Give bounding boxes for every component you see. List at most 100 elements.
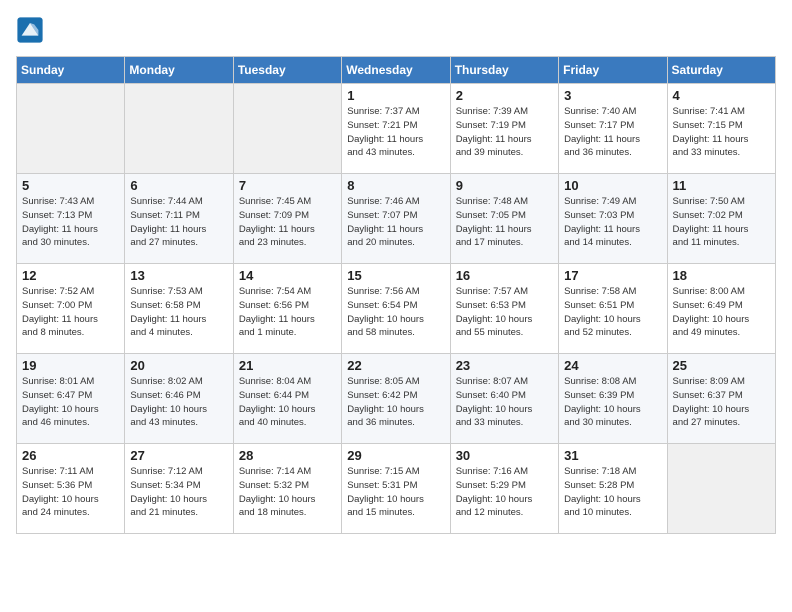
day-number: 17 xyxy=(564,268,661,283)
day-info: Sunrise: 7:43 AM Sunset: 7:13 PM Dayligh… xyxy=(22,195,119,250)
day-number: 7 xyxy=(239,178,336,193)
day-number: 5 xyxy=(22,178,119,193)
weekday-header-tuesday: Tuesday xyxy=(233,57,341,84)
day-number: 8 xyxy=(347,178,444,193)
calendar-cell: 8 Sunrise: 7:46 AM Sunset: 7:07 PM Daylig… xyxy=(342,174,450,264)
day-info: Sunrise: 8:07 AM Sunset: 6:40 PM Dayligh… xyxy=(456,375,553,430)
day-info: Sunrise: 7:49 AM Sunset: 7:03 PM Dayligh… xyxy=(564,195,661,250)
calendar-cell: 4Sunrise: 7:41 AM Sunset: 7:15 PM Daylig… xyxy=(667,84,775,174)
day-info: Sunrise: 7:45 AM Sunset: 7:09 PM Dayligh… xyxy=(239,195,336,250)
day-info: Sunrise: 8:00 AM Sunset: 6:49 PM Dayligh… xyxy=(673,285,770,340)
weekday-header-thursday: Thursday xyxy=(450,57,558,84)
calendar-cell xyxy=(17,84,125,174)
calendar-week-2: 5 Sunrise: 7:43 AM Sunset: 7:13 PM Daylig… xyxy=(17,174,776,264)
calendar-week-3: 12 Sunrise: 7:52 AM Sunset: 7:00 PM Dayli… xyxy=(17,264,776,354)
day-info: Sunrise: 7:37 AM Sunset: 7:21 PM Dayligh… xyxy=(347,105,444,160)
calendar-cell: 30 Sunrise: 7:16 AM Sunset: 5:29 PM Dayli… xyxy=(450,444,558,534)
day-number: 14 xyxy=(239,268,336,283)
day-info: Sunrise: 7:15 AM Sunset: 5:31 PM Dayligh… xyxy=(347,465,444,520)
day-info: Sunrise: 8:08 AM Sunset: 6:39 PM Dayligh… xyxy=(564,375,661,430)
day-info: Sunrise: 8:04 AM Sunset: 6:44 PM Dayligh… xyxy=(239,375,336,430)
page-header xyxy=(16,16,776,44)
day-info: Sunrise: 8:01 AM Sunset: 6:47 PM Dayligh… xyxy=(22,375,119,430)
calendar-week-4: 19 Sunrise: 8:01 AM Sunset: 6:47 PM Dayli… xyxy=(17,354,776,444)
day-info: Sunrise: 7:54 AM Sunset: 6:56 PM Dayligh… xyxy=(239,285,336,340)
day-info: Sunrise: 7:50 AM Sunset: 7:02 PM Dayligh… xyxy=(673,195,770,250)
day-number: 27 xyxy=(130,448,227,463)
day-info: Sunrise: 7:12 AM Sunset: 5:34 PM Dayligh… xyxy=(130,465,227,520)
day-info: Sunrise: 7:52 AM Sunset: 7:00 PM Dayligh… xyxy=(22,285,119,340)
calendar-cell: 2 Sunrise: 7:39 AM Sunset: 7:19 PM Daylig… xyxy=(450,84,558,174)
day-number: 18 xyxy=(673,268,770,283)
day-number: 30 xyxy=(456,448,553,463)
calendar-cell: 5 Sunrise: 7:43 AM Sunset: 7:13 PM Daylig… xyxy=(17,174,125,264)
day-number: 4 xyxy=(673,88,770,103)
logo-icon xyxy=(16,16,44,44)
day-info: Sunrise: 7:18 AM Sunset: 5:28 PM Dayligh… xyxy=(564,465,661,520)
day-number: 1 xyxy=(347,88,444,103)
calendar-cell: 31 Sunrise: 7:18 AM Sunset: 5:28 PM Dayli… xyxy=(559,444,667,534)
weekday-header-saturday: Saturday xyxy=(667,57,775,84)
day-number: 28 xyxy=(239,448,336,463)
calendar-cell: 12 Sunrise: 7:52 AM Sunset: 7:00 PM Dayli… xyxy=(17,264,125,354)
day-number: 15 xyxy=(347,268,444,283)
day-number: 9 xyxy=(456,178,553,193)
day-info: Sunrise: 7:16 AM Sunset: 5:29 PM Dayligh… xyxy=(456,465,553,520)
day-number: 31 xyxy=(564,448,661,463)
calendar-cell: 24 Sunrise: 8:08 AM Sunset: 6:39 PM Dayli… xyxy=(559,354,667,444)
day-number: 10 xyxy=(564,178,661,193)
calendar-week-1: 1 Sunrise: 7:37 AM Sunset: 7:21 PM Daylig… xyxy=(17,84,776,174)
day-number: 11 xyxy=(673,178,770,193)
calendar-cell: 26Sunrise: 7:11 AM Sunset: 5:36 PM Dayli… xyxy=(17,444,125,534)
weekday-header-sunday: Sunday xyxy=(17,57,125,84)
weekday-header-friday: Friday xyxy=(559,57,667,84)
day-number: 20 xyxy=(130,358,227,373)
calendar-cell: 1 Sunrise: 7:37 AM Sunset: 7:21 PM Daylig… xyxy=(342,84,450,174)
day-info: Sunrise: 8:02 AM Sunset: 6:46 PM Dayligh… xyxy=(130,375,227,430)
day-info: Sunrise: 8:05 AM Sunset: 6:42 PM Dayligh… xyxy=(347,375,444,430)
day-info: Sunrise: 7:40 AM Sunset: 7:17 PM Dayligh… xyxy=(564,105,661,160)
day-number: 19 xyxy=(22,358,119,373)
day-number: 2 xyxy=(456,88,553,103)
calendar-cell: 14 Sunrise: 7:54 AM Sunset: 6:56 PM Dayli… xyxy=(233,264,341,354)
day-info: Sunrise: 8:09 AM Sunset: 6:37 PM Dayligh… xyxy=(673,375,770,430)
day-info: Sunrise: 7:57 AM Sunset: 6:53 PM Dayligh… xyxy=(456,285,553,340)
day-info: Sunrise: 7:56 AM Sunset: 6:54 PM Dayligh… xyxy=(347,285,444,340)
calendar-cell: 17 Sunrise: 7:58 AM Sunset: 6:51 PM Dayli… xyxy=(559,264,667,354)
day-number: 29 xyxy=(347,448,444,463)
day-info: Sunrise: 7:58 AM Sunset: 6:51 PM Dayligh… xyxy=(564,285,661,340)
calendar-cell: 23 Sunrise: 8:07 AM Sunset: 6:40 PM Dayli… xyxy=(450,354,558,444)
weekday-header-wednesday: Wednesday xyxy=(342,57,450,84)
calendar-cell: 15 Sunrise: 7:56 AM Sunset: 6:54 PM Dayli… xyxy=(342,264,450,354)
day-number: 6 xyxy=(130,178,227,193)
day-info: Sunrise: 7:46 AM Sunset: 7:07 PM Dayligh… xyxy=(347,195,444,250)
calendar-week-5: 26Sunrise: 7:11 AM Sunset: 5:36 PM Dayli… xyxy=(17,444,776,534)
day-info: Sunrise: 7:11 AM Sunset: 5:36 PM Dayligh… xyxy=(22,465,119,520)
day-number: 24 xyxy=(564,358,661,373)
calendar-cell: 18 Sunrise: 8:00 AM Sunset: 6:49 PM Dayli… xyxy=(667,264,775,354)
calendar-cell: 6Sunrise: 7:44 AM Sunset: 7:11 PM Daylig… xyxy=(125,174,233,264)
calendar-table: SundayMondayTuesdayWednesdayThursdayFrid… xyxy=(16,56,776,534)
calendar-cell: 22Sunrise: 8:05 AM Sunset: 6:42 PM Dayli… xyxy=(342,354,450,444)
day-number: 25 xyxy=(673,358,770,373)
day-number: 23 xyxy=(456,358,553,373)
calendar-cell: 29 Sunrise: 7:15 AM Sunset: 5:31 PM Dayli… xyxy=(342,444,450,534)
calendar-cell: 25 Sunrise: 8:09 AM Sunset: 6:37 PM Dayli… xyxy=(667,354,775,444)
day-number: 12 xyxy=(22,268,119,283)
calendar-cell: 13Sunrise: 7:53 AM Sunset: 6:58 PM Dayli… xyxy=(125,264,233,354)
weekday-header-monday: Monday xyxy=(125,57,233,84)
logo xyxy=(16,16,48,44)
calendar-cell: 28 Sunrise: 7:14 AM Sunset: 5:32 PM Dayli… xyxy=(233,444,341,534)
day-info: Sunrise: 7:39 AM Sunset: 7:19 PM Dayligh… xyxy=(456,105,553,160)
day-number: 13 xyxy=(130,268,227,283)
calendar-cell: 27 Sunrise: 7:12 AM Sunset: 5:34 PM Dayli… xyxy=(125,444,233,534)
calendar-cell: 21 Sunrise: 8:04 AM Sunset: 6:44 PM Dayli… xyxy=(233,354,341,444)
day-number: 21 xyxy=(239,358,336,373)
calendar-cell xyxy=(667,444,775,534)
calendar-cell: 19 Sunrise: 8:01 AM Sunset: 6:47 PM Dayli… xyxy=(17,354,125,444)
day-info: Sunrise: 7:14 AM Sunset: 5:32 PM Dayligh… xyxy=(239,465,336,520)
day-number: 3 xyxy=(564,88,661,103)
calendar-cell: 20 Sunrise: 8:02 AM Sunset: 6:46 PM Dayli… xyxy=(125,354,233,444)
day-number: 16 xyxy=(456,268,553,283)
calendar-cell: 11 Sunrise: 7:50 AM Sunset: 7:02 PM Dayli… xyxy=(667,174,775,264)
